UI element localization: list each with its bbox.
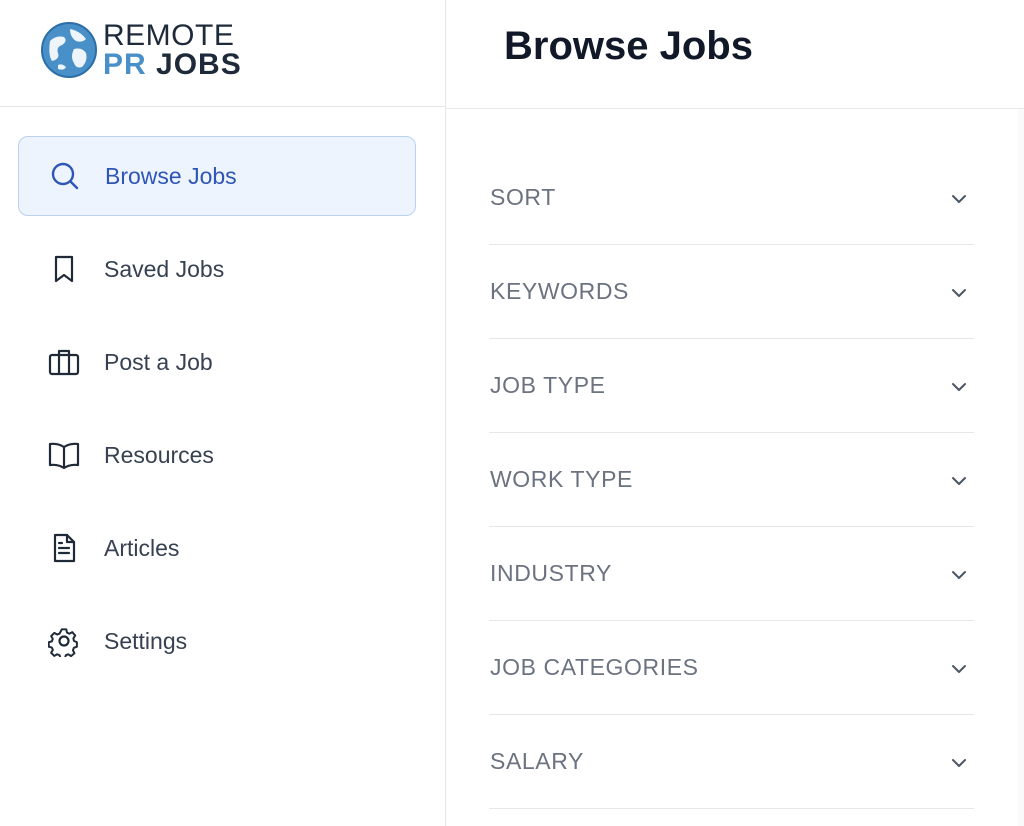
logo-text: REMOTE PR JOBS (103, 19, 242, 81)
page-title: Browse Jobs (504, 24, 753, 68)
page-header: Browse Jobs (446, 0, 1024, 109)
filter-label: JOB TYPE (490, 372, 606, 398)
filter-job-categories[interactable]: JOB CATEGORIES (489, 621, 974, 715)
sidebar-item-articles[interactable]: Articles (18, 508, 416, 588)
chevron-down-icon[interactable] (948, 752, 970, 774)
search-icon (51, 162, 79, 190)
filter-label: INDUSTRY (490, 560, 612, 586)
chevron-down-icon[interactable] (948, 470, 970, 492)
briefcase-icon (48, 349, 80, 376)
document-icon (53, 533, 76, 563)
sidebar-item-label: Articles (104, 534, 180, 561)
book-open-icon (48, 442, 80, 470)
sidebar-item-label: Post a Job (104, 348, 213, 375)
sidebar-item-settings[interactable]: Settings (18, 601, 416, 681)
sidebar-nav: Browse Jobs Saved Jobs Post a Job Resour… (18, 136, 416, 694)
logo[interactable]: REMOTE PR JOBS (0, 0, 445, 107)
sidebar-item-saved-jobs[interactable]: Saved Jobs (18, 229, 416, 309)
filter-salary[interactable]: SALARY (489, 715, 974, 809)
content-edge (1018, 109, 1024, 826)
sidebar-item-browse-jobs[interactable]: Browse Jobs (18, 136, 416, 216)
sidebar-item-resources[interactable]: Resources (18, 415, 416, 495)
filter-panel: SORT KEYWORDS JOB TYPE WORK TYPE INDUSTR… (446, 109, 1019, 826)
sidebar-item-label: Resources (104, 441, 214, 468)
filter-label: SALARY (490, 748, 584, 774)
filter-label: KEYWORDS (490, 278, 629, 304)
filter-work-type[interactable]: WORK TYPE (489, 433, 974, 527)
sidebar-item-label: Settings (104, 627, 188, 654)
chevron-down-icon[interactable] (948, 376, 970, 398)
filter-sort[interactable]: SORT (489, 151, 974, 245)
chevron-down-icon[interactable] (948, 188, 970, 210)
sidebar-item-label: Saved Jobs (104, 255, 225, 282)
filter-industry[interactable]: INDUSTRY (489, 527, 974, 621)
sidebar-item-post-a-job[interactable]: Post a Job (18, 322, 416, 402)
filter-list: SORT KEYWORDS JOB TYPE WORK TYPE INDUSTR… (489, 151, 974, 809)
chevron-down-icon[interactable] (948, 282, 970, 304)
bookmark-icon (54, 255, 74, 283)
filter-label: WORK TYPE (490, 466, 633, 492)
logo-jobs: JOBS (156, 48, 242, 81)
sidebar-item-label: Browse Jobs (105, 162, 237, 189)
filter-label: JOB CATEGORIES (490, 654, 699, 680)
filter-keywords[interactable]: KEYWORDS (489, 245, 974, 339)
gear-icon (48, 628, 78, 657)
filter-job-type[interactable]: JOB TYPE (489, 339, 974, 433)
logo-pr: PR (103, 48, 147, 81)
globe-logo-icon (41, 22, 97, 78)
logo-line-2: PR JOBS (103, 48, 242, 81)
chevron-down-icon[interactable] (948, 658, 970, 680)
logo-line-1: REMOTE (103, 19, 235, 52)
sidebar: REMOTE PR JOBS Browse Jobs Saved Jobs Po… (0, 0, 446, 826)
filter-label: SORT (490, 184, 556, 210)
chevron-down-icon[interactable] (948, 564, 970, 586)
